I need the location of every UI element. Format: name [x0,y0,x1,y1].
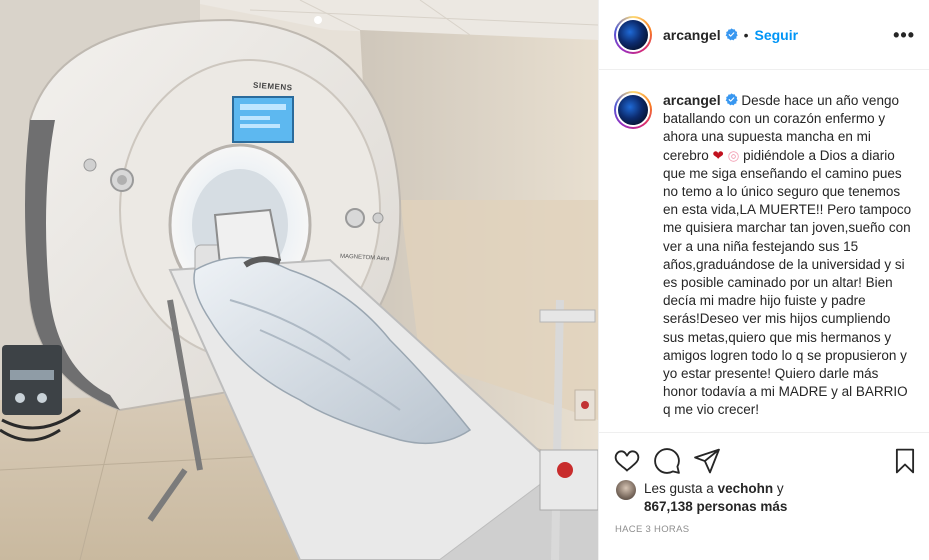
caption-section: arcangel Desde hace un año vengo batalla… [599,71,929,432]
likes-count[interactable]: 867,138 personas más [644,499,787,514]
caption-text-part2: pidiéndole a Dios a diario que me siga e… [663,147,912,418]
heart-icon[interactable] [614,448,640,474]
action-bar [599,433,929,479]
likes-middle: y [773,481,784,496]
bookmark-icon[interactable] [892,448,918,474]
verified-badge-icon [725,28,738,41]
liker-username[interactable]: vechohn [718,481,774,496]
likes-text: Les gusta a vechohn y 867,138 personas m… [644,480,787,516]
post-actions-section: Les gusta a vechohn y 867,138 personas m… [599,432,929,543]
paper-plane-icon[interactable] [694,448,720,474]
caption-username[interactable]: arcangel [663,92,721,108]
author-username[interactable]: arcangel [663,27,721,43]
post-timestamp[interactable]: HACE 3 HORAS [599,516,929,543]
brain-emoji-icon: ◎ [727,147,740,163]
comment-icon[interactable] [654,448,680,474]
likes-summary: Les gusta a vechohn y 867,138 personas m… [599,479,929,516]
post-side-panel: arcangel • Seguir ••• arcangel Desde hac… [598,0,929,560]
more-options-icon[interactable]: ••• [893,26,915,44]
follow-button[interactable]: Seguir [755,27,799,43]
verified-badge-icon [725,93,738,106]
header-separator: • [743,26,749,43]
post-photo[interactable]: SIEMENS MAGNETOM Aera [0,0,598,560]
likes-prefix: Les gusta a [644,481,718,496]
broken-heart-emoji-icon: ❤ [712,147,724,163]
liker-avatar[interactable] [616,480,636,500]
caption-author-avatar[interactable] [614,91,652,129]
post-caption: arcangel Desde hace un año vengo batalla… [663,91,913,432]
mri-scene-illustration [0,0,598,560]
post-header: arcangel • Seguir ••• [599,0,929,70]
author-avatar[interactable] [614,15,652,54]
